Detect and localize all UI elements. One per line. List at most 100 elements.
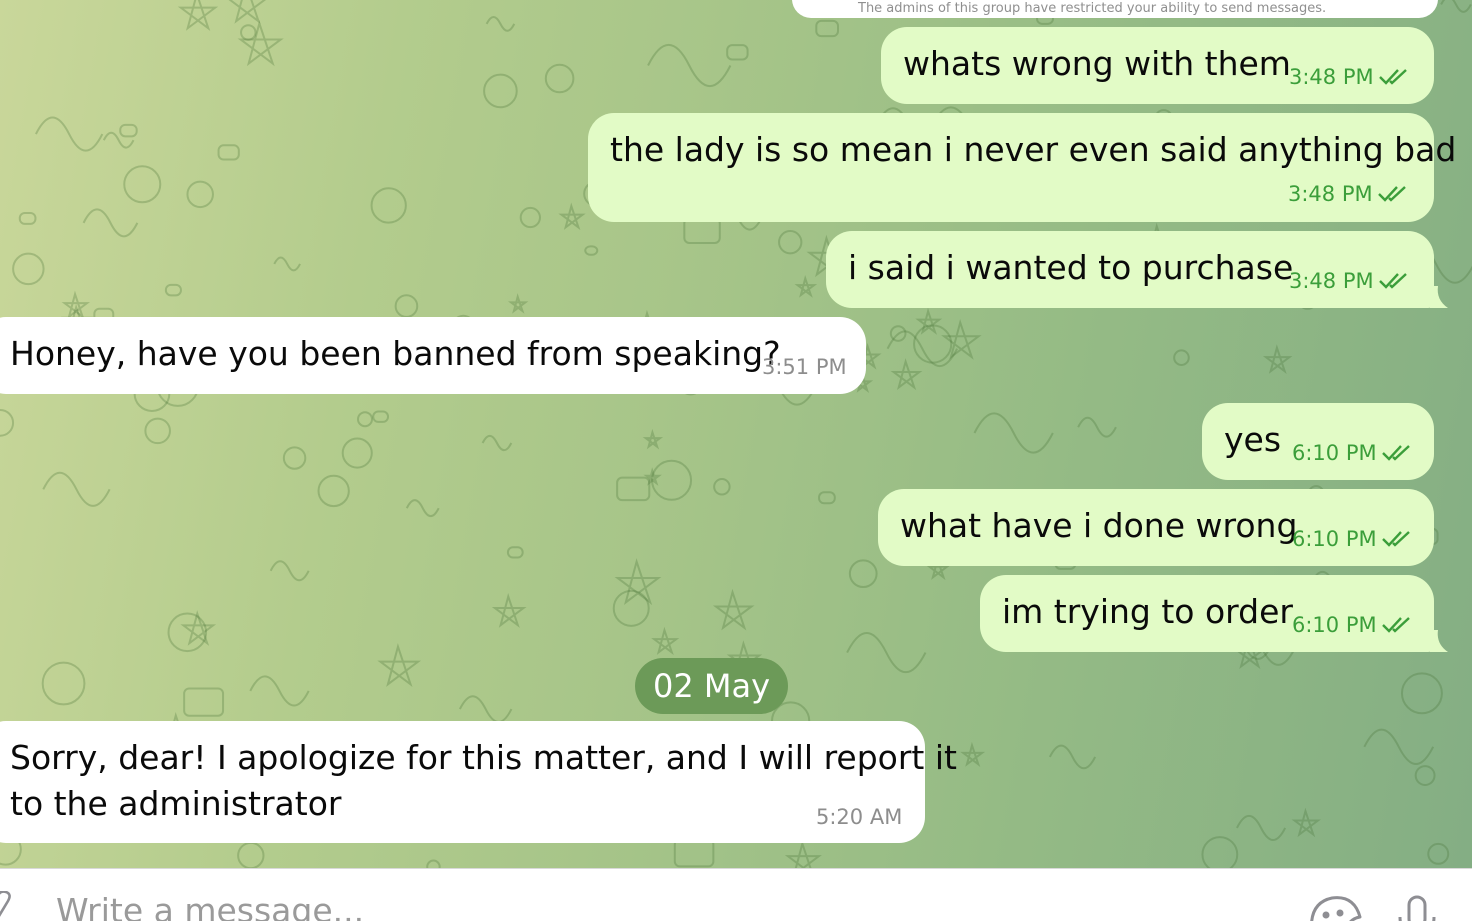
bubble-tail: [1430, 630, 1448, 652]
message-input[interactable]: Write a message...: [56, 891, 364, 921]
message-text: i said i wanted to purchase: [848, 248, 1294, 287]
doodle-shape: [144, 417, 171, 445]
doodle-shape: [341, 437, 373, 469]
doodle-shape: [778, 230, 803, 255]
doodle-shape: [426, 859, 441, 868]
message-meta: 6:10 PM: [1292, 527, 1413, 551]
doodle-shape: [269, 560, 310, 582]
doodle-shape: [12, 252, 45, 286]
doodle-shape: [1077, 416, 1117, 438]
restricted-notice: The admins of this group have restricted…: [792, 0, 1438, 18]
doodle-shape: [614, 558, 662, 606]
doodle-shape: [1440, 0, 1472, 13]
sticker-icon[interactable]: [1306, 893, 1364, 921]
doodle-shape: [507, 293, 529, 314]
doodle-shape: [119, 123, 138, 138]
message-meta: 6:10 PM: [1292, 441, 1413, 465]
doodle-shape: [249, 675, 310, 707]
doodle-shape: [1414, 765, 1436, 786]
doodle-shape: [237, 841, 265, 868]
doodle-shape: [42, 471, 111, 507]
date-separator: 02 May: [635, 658, 788, 714]
microphone-icon[interactable]: [1394, 893, 1440, 921]
composer-bar: Write a message...: [0, 868, 1472, 921]
doodle-shape: [183, 687, 225, 717]
message-time: 3:48 PM: [1288, 182, 1373, 206]
doodle-shape: [1262, 344, 1293, 374]
doodle-shape: [726, 44, 749, 61]
doodle-shape: [960, 741, 986, 767]
doodle-shape: [217, 144, 240, 161]
doodle-shape: [1173, 349, 1190, 366]
doodle-shape: [356, 411, 373, 428]
doodle-shape: [584, 245, 599, 256]
message-time: 3:51 PM: [762, 355, 847, 379]
bubble-tail: [1430, 286, 1448, 308]
doodle-shape: [481, 434, 513, 452]
message-incoming[interactable]: Honey, have you been banned from speakin…: [0, 317, 866, 394]
message-text: Honey, have you been banned from speakin…: [10, 334, 781, 373]
doodle-shape: [18, 211, 37, 225]
doodle-shape: [370, 187, 407, 224]
doodle-shape: [712, 588, 755, 631]
doodle-shape: [483, 73, 518, 109]
doodle-shape: [240, 24, 257, 41]
doodle-shape: [372, 410, 390, 423]
message-time: 6:10 PM: [1292, 613, 1377, 637]
message-text-line-1: Sorry, dear! I apologize for this matter…: [10, 738, 957, 777]
doodle-shape: [647, 44, 732, 87]
doodle-shape: [519, 206, 541, 229]
message-text-line-2: to the administrator: [10, 784, 342, 823]
doodle-shape: [317, 474, 350, 508]
doodle-shape: [1236, 814, 1287, 842]
double-check-icon: [1378, 273, 1407, 289]
doodle-shape: [794, 274, 818, 298]
doodle-shape: [164, 283, 182, 297]
doodle-shape: [394, 294, 419, 318]
doodle-shape: [282, 446, 307, 470]
doodle-shape: [82, 208, 139, 238]
doodle-shape: [405, 499, 440, 518]
message-meta: 6:10 PM: [1292, 613, 1413, 637]
doodle-shape: [1427, 842, 1450, 865]
doodle-shape: [651, 626, 680, 656]
message-outgoing[interactable]: whats wrong with them 3:48 PM: [881, 27, 1434, 104]
doodle-shape: [642, 428, 664, 450]
doodle-shape: [102, 131, 135, 149]
doodle-shape: [485, 15, 516, 32]
doodle-shape: [616, 476, 651, 502]
double-check-icon: [1377, 186, 1406, 202]
doodle-shape: [123, 165, 162, 204]
message-outgoing[interactable]: the lady is so mean i never even said an…: [588, 113, 1456, 222]
restricted-notice-text: The admins of this group have restricted…: [858, 1, 1327, 16]
message-text: whats wrong with them: [903, 44, 1291, 83]
double-check-icon: [1378, 69, 1407, 85]
doodle-shape: [377, 643, 422, 688]
message-time: 3:48 PM: [1289, 269, 1374, 293]
doodle-shape: [186, 180, 214, 209]
doodle-shape: [848, 559, 878, 589]
message-text: yes: [1224, 420, 1282, 459]
doodle-shape: [558, 202, 586, 231]
doodle-shape: [890, 358, 923, 391]
message-outgoing[interactable]: yes 6:10 PM: [1202, 403, 1434, 480]
message-time: 5:20 AM: [816, 805, 903, 829]
doodle-shape: [1400, 672, 1443, 715]
doodle-shape: [544, 63, 575, 94]
message-text: the lady is so mean i never even said an…: [610, 130, 1457, 169]
doodle-shape: [1201, 836, 1239, 868]
message-outgoing[interactable]: i said i wanted to purchase 3:48 PM: [826, 231, 1434, 308]
attach-icon[interactable]: [0, 891, 18, 921]
message-outgoing[interactable]: im trying to order 6:10 PM: [980, 575, 1434, 652]
doodle-shape: [41, 661, 86, 706]
message-text: im trying to order: [1002, 592, 1293, 631]
doodle-shape: [35, 116, 104, 152]
message-incoming[interactable]: Sorry, dear! I apologize for this matter…: [0, 721, 957, 843]
doodle-shape: [458, 695, 513, 723]
doodle-shape: [846, 632, 927, 673]
doodle-shape: [273, 256, 301, 272]
message-outgoing[interactable]: what have i done wrong 6:10 PM: [878, 489, 1434, 566]
doodle-shape: [612, 589, 650, 627]
doodle-shape: [973, 412, 1054, 454]
doodle-shape: [0, 408, 15, 437]
